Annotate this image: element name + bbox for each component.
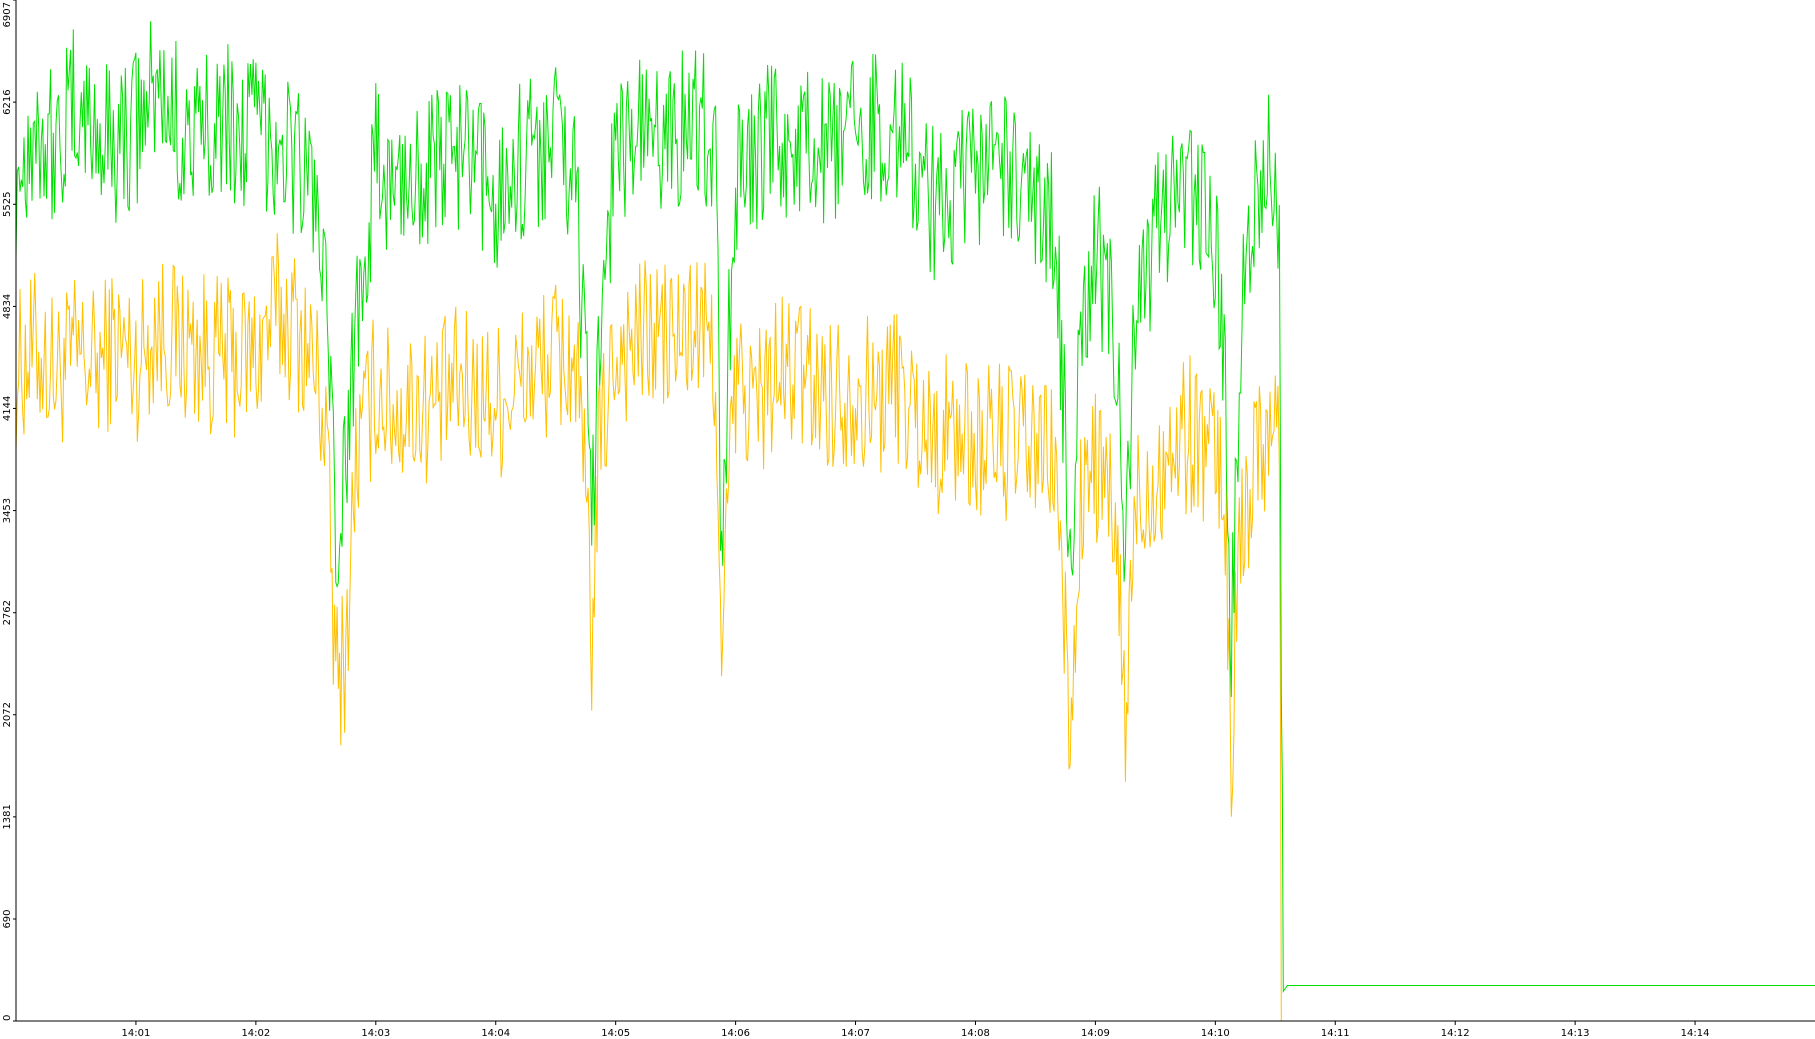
x-tick-label: 14:03	[361, 1028, 390, 1039]
y-tick-label: 4144	[2, 396, 13, 421]
line-chart: 0 690 1381 2072 2762 3453 4144 4834 5525 6216 6907…	[2, 0, 1815, 1039]
series-line-1	[15, 233, 1284, 1022]
series-layer	[15, 21, 1815, 1022]
y-tick-label: 2072	[2, 702, 13, 727]
x-tick-label: 14:08	[961, 1028, 990, 1039]
x-tick-label: 14:07	[841, 1028, 870, 1039]
x-tick-label: 14:09	[1081, 1028, 1110, 1039]
x-tick-label: 14:10	[1201, 1028, 1230, 1039]
x-tick-label: 14:13	[1561, 1028, 1590, 1039]
y-tick-label: 2762	[2, 600, 13, 625]
x-tick-label: 14:06	[721, 1028, 750, 1039]
x-tick-label: 14:05	[601, 1028, 630, 1039]
series-line-2	[15, 21, 1815, 994]
chart-area: 0 690 1381 2072 2762 3453 4144 4834 5525 6216 6907…	[0, 0, 1815, 1039]
y-tick-label: 5525	[2, 192, 13, 217]
x-tick-label: 14:02	[241, 1028, 270, 1039]
y-tick-label: 0	[2, 1015, 13, 1021]
y-tick-label: 690	[2, 909, 13, 928]
y-tick-label: 6216	[2, 89, 13, 114]
x-tick-label: 14:14	[1681, 1028, 1710, 1039]
y-tick-label: 4834	[2, 294, 13, 319]
y-tick-label: 3453	[2, 498, 13, 523]
y-axis-ticks: 0 690 1381 2072 2762 3453 4144 4834 5525 6216 6907	[2, 0, 16, 1022]
x-tick-label: 14:11	[1321, 1028, 1350, 1039]
y-tick-label: 1381	[2, 804, 13, 829]
x-tick-label: 14:12	[1441, 1028, 1470, 1039]
y-tick-label: 6907	[2, 2, 13, 27]
x-tick-label: 14:04	[481, 1028, 510, 1039]
x-tick-label: 14:01	[122, 1028, 151, 1039]
x-axis-ticks: 14:01 14:02 14:03 14:04 14:05 14:06 14:07 14:08…	[122, 1021, 1710, 1039]
